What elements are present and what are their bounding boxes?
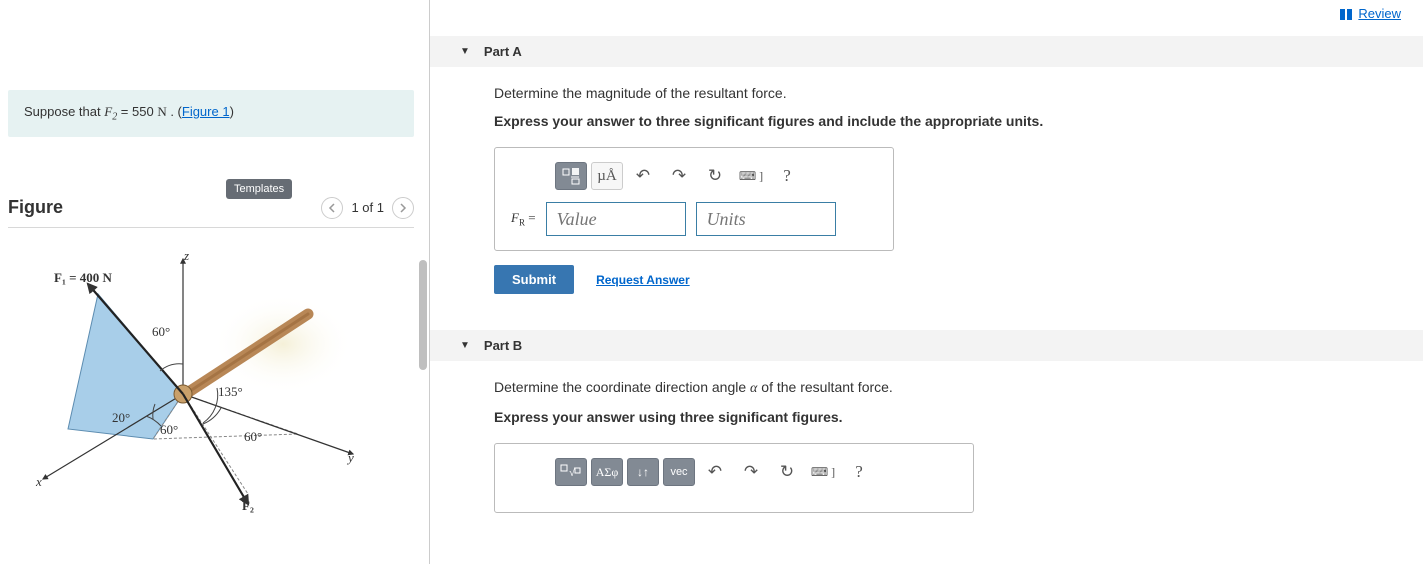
force-f1-label: F₁ = 400 N — [54, 270, 112, 286]
figure-image: z y x F₁ = 400 N F₂ 60° 135° 60° 60° 20° — [8, 234, 388, 534]
review-link[interactable]: Review — [1340, 6, 1401, 21]
templates-toolbar-button[interactable]: √ — [555, 458, 587, 486]
submit-button[interactable]: Submit — [494, 265, 574, 294]
part-b-title: Part B — [484, 338, 522, 353]
collapse-toggle-b[interactable]: ▼ — [460, 340, 470, 351]
part-a-title: Part A — [484, 44, 522, 59]
prompt-eq: = 550 — [117, 104, 157, 119]
prompt-prefix: Suppose that — [24, 104, 104, 119]
force-f2-label: F₂ — [242, 498, 254, 514]
reset-button-b[interactable]: ↻ — [771, 458, 803, 486]
part-a-instruction: Express your answer to three significant… — [494, 113, 1393, 129]
problem-statement: Suppose that F2 = 550 N . (Figure 1) — [8, 90, 414, 137]
part-b-question: Determine the coordinate direction angle… — [494, 379, 1393, 397]
result-label: FR = — [511, 210, 536, 228]
review-icon — [1340, 8, 1354, 19]
review-label: Review — [1358, 6, 1401, 21]
request-answer-link[interactable]: Request Answer — [596, 273, 690, 287]
help-button-b[interactable]: ? — [843, 458, 875, 486]
angle-135: 135° — [218, 384, 243, 400]
angle-60-c: 60° — [160, 422, 178, 438]
part-a-actions: Submit Request Answer — [494, 265, 1393, 294]
part-b-answer-box: √ ΑΣφ ↓↑ vec ↶ ↷ ↻ ⌨ ] ? — [494, 443, 974, 513]
figure-pager: 1 of 1 — [321, 197, 414, 219]
vector-button[interactable]: vec — [663, 458, 695, 486]
help-button[interactable]: ? — [771, 162, 803, 190]
fraction-button[interactable] — [555, 162, 587, 190]
fr-eq: = — [525, 210, 536, 225]
greek-button[interactable]: ΑΣφ — [591, 458, 623, 486]
angle-20: 20° — [112, 410, 130, 426]
question-panel: Suppose that F2 = 550 N . (Figure 1) Tem… — [0, 0, 430, 564]
figure-next-button[interactable] — [392, 197, 414, 219]
part-b-body: Determine the coordinate direction angle… — [430, 361, 1423, 533]
part-a-body: Determine the magnitude of the resultant… — [430, 67, 1423, 314]
reset-button[interactable]: ↻ — [699, 162, 731, 190]
units-input[interactable] — [696, 202, 836, 236]
prompt-unit: N — [157, 104, 166, 119]
keyboard-button[interactable]: ⌨ ] — [735, 162, 767, 190]
axis-x-label: x — [36, 474, 42, 490]
part-b-q-pre: Determine the coordinate direction angle — [494, 379, 750, 395]
redo-button[interactable]: ↷ — [663, 162, 695, 190]
templates-button[interactable]: Templates — [226, 179, 292, 199]
subscript-button[interactable]: ↓↑ — [627, 458, 659, 486]
redo-button-b[interactable]: ↷ — [735, 458, 767, 486]
figure-link[interactable]: Figure 1 — [182, 104, 230, 119]
collapse-toggle-a[interactable]: ▼ — [460, 46, 470, 57]
answer-panel: Review ▼ Part A Determine the magnitude … — [430, 0, 1423, 564]
template-icon: √ — [560, 463, 582, 481]
part-b-header: ▼ Part B — [430, 330, 1423, 361]
part-a-answer-box: µÅ ↶ ↷ ↻ ⌨ ] ? FR = — [494, 147, 894, 251]
undo-button[interactable]: ↶ — [627, 162, 659, 190]
part-a-toolbar: µÅ ↶ ↷ ↻ ⌨ ] ? — [511, 162, 877, 190]
prompt-suffix: . ( — [167, 104, 182, 119]
figure-page-count: 1 of 1 — [351, 200, 384, 215]
scrollbar-handle[interactable] — [419, 260, 427, 370]
chevron-left-icon — [328, 203, 336, 213]
prompt-force-symbol: F — [104, 104, 112, 119]
figure-title: Figure — [8, 197, 63, 218]
figure-prev-button[interactable] — [321, 197, 343, 219]
figure-divider — [8, 227, 414, 228]
angle-60-a: 60° — [152, 324, 170, 340]
part-b-toolbar: √ ΑΣφ ↓↑ vec ↶ ↷ ↻ ⌨ ] ? — [511, 458, 957, 486]
fr-symbol: F — [511, 210, 519, 225]
prompt-close: ) — [230, 104, 234, 119]
part-a-question: Determine the magnitude of the resultant… — [494, 85, 1393, 101]
part-a-header: ▼ Part A — [430, 36, 1423, 67]
part-b-instruction: Express your answer using three signific… — [494, 409, 1393, 425]
chevron-right-icon — [399, 203, 407, 213]
axis-y-label: y — [348, 450, 354, 466]
undo-button-b[interactable]: ↶ — [699, 458, 731, 486]
units-button[interactable]: µÅ — [591, 162, 623, 190]
part-a-input-row: FR = — [511, 202, 877, 236]
part-b-q-post: of the resultant force. — [757, 379, 892, 395]
angle-60-b: 60° — [244, 429, 262, 445]
axis-z-label: z — [184, 248, 189, 264]
figure-header: Templates Figure 1 of 1 — [8, 197, 414, 219]
fraction-icon — [561, 166, 581, 186]
keyboard-button-b[interactable]: ⌨ ] — [807, 458, 839, 486]
value-input[interactable] — [546, 202, 686, 236]
